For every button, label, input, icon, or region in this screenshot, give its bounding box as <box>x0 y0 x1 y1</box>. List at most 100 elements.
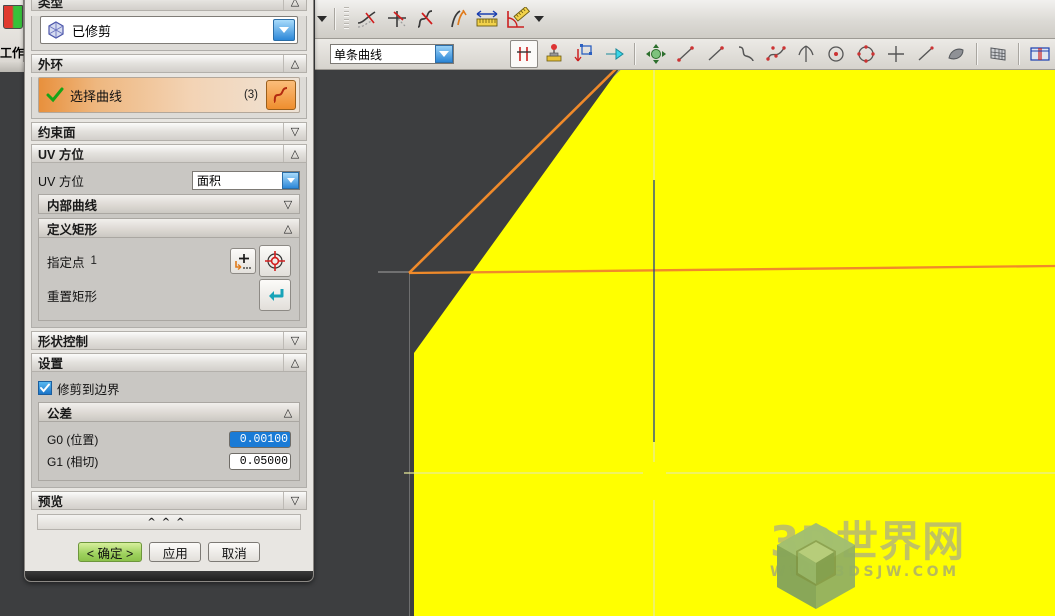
section-title-type: 类型 <box>38 0 64 10</box>
section-header-preview[interactable]: 预览 ▽ <box>31 491 307 510</box>
cancel-button[interactable]: 取消 <box>208 542 261 562</box>
chevron-up-icon[interactable]: △ <box>277 403 299 421</box>
chevron-up-icon[interactable]: △ <box>283 0 306 10</box>
line2-icon[interactable] <box>702 40 730 68</box>
stretch-curve-icon[interactable] <box>443 5 471 33</box>
specify-point-icon[interactable] <box>230 248 256 274</box>
watermark: 3D世界网 WWW.3DSJW.COM <box>770 520 965 609</box>
uv-orientation-combo[interactable]: 面积 <box>192 170 300 190</box>
tolerance-label: G1 (相切) <box>47 454 99 469</box>
tolerance-label: G0 (位置) <box>47 432 99 447</box>
chevron-down-icon[interactable]: ▽ <box>283 332 306 349</box>
create-curve-icon[interactable] <box>570 40 598 68</box>
line-icon[interactable] <box>672 40 700 68</box>
checkbox-checked-icon[interactable] <box>38 381 52 395</box>
snap-point-icon[interactable] <box>540 40 568 68</box>
subsection-panel-tolerance: G0 (位置) 0.00100 G1 (相切) 0.05000 <box>38 422 300 481</box>
grid-icon[interactable] <box>984 40 1012 68</box>
toolbar-separator-4 <box>1018 43 1020 65</box>
section-title-shape-control: 形状控制 <box>38 335 89 349</box>
length-dimension-icon[interactable] <box>473 5 501 33</box>
point-constructor-icon[interactable] <box>259 245 291 277</box>
line-simple-icon[interactable] <box>912 40 940 68</box>
tolerance-row[interactable]: G1 (相切) 0.05000 <box>47 450 291 472</box>
section-title-preview: 预览 <box>38 495 64 509</box>
section-panel-outer-loop: 选择曲线 (3) <box>31 77 307 119</box>
ok-button[interactable]: < 确定 > <box>77 542 143 562</box>
left-dock-strip[interactable]: 工作 <box>0 0 24 72</box>
type-combo[interactable]: 已修剪 <box>40 16 298 44</box>
select-curve-row[interactable]: 选择曲线 (3) <box>38 77 300 113</box>
watermark-logo-icon <box>777 523 855 609</box>
app-root: 3D世界网 WWW.3DSJW.COM 单条曲线 工作 类型 △ 已修剪 外环 … <box>0 0 1055 616</box>
subsection-panel-define-rect: 指定点 1 重置矩形 <box>38 238 300 321</box>
chevron-down-icon[interactable]: ▽ <box>277 195 299 213</box>
left-dock-filler <box>0 62 24 72</box>
subsection-header-inner-curves[interactable]: 内部曲线 ▽ <box>38 194 300 214</box>
helix-icon[interactable] <box>792 40 820 68</box>
chevron-up-icon[interactable]: △ <box>283 354 306 371</box>
section-header-type[interactable]: 类型 △ <box>31 0 307 11</box>
section-panel-settings: 修剪到边界 公差 △ G0 (位置) 0.00100 G1 (相切) 0.050… <box>31 372 307 488</box>
green-check-icon <box>46 86 64 104</box>
reset-rectangle-icon[interactable] <box>259 279 291 311</box>
uv-orientation-row[interactable]: UV 方位 面积 <box>38 168 300 192</box>
toolbar-grip[interactable] <box>344 7 349 31</box>
section-title-uv-orientation: UV 方位 <box>38 148 84 162</box>
tolerance-g0-input[interactable]: 0.00100 <box>229 430 291 448</box>
trim-to-boundary-label: 修剪到边界 <box>57 382 120 397</box>
stop-at-intersection-icon[interactable] <box>510 40 538 68</box>
chevron-up-icon[interactable]: △ <box>283 55 306 72</box>
chevron-down-icon[interactable]: ▽ <box>283 492 306 509</box>
section-header-outer-loop[interactable]: 外环 △ <box>31 54 307 73</box>
chevron-up-icon[interactable]: △ <box>283 145 306 162</box>
reset-rect-row[interactable]: 重置矩形 <box>47 278 291 312</box>
divide-curve-icon[interactable] <box>413 5 441 33</box>
trim-corner-icon[interactable] <box>383 5 411 33</box>
subsection-title-inner-curves: 内部曲线 <box>47 198 98 213</box>
surface-icon[interactable] <box>942 40 970 68</box>
circle-points-icon[interactable] <box>852 40 880 68</box>
select-curve-count: (3) <box>243 89 258 101</box>
dialog-collapse-handle[interactable]: ^^^ <box>37 514 301 530</box>
trim-curve-icon[interactable] <box>353 5 381 33</box>
section-title-settings: 设置 <box>38 357 64 371</box>
section-header-constraint-face[interactable]: 约束面 ▽ <box>31 122 307 141</box>
arrow-right-icon[interactable] <box>600 40 628 68</box>
curve-rule-combo[interactable]: 单条曲线 <box>330 44 454 64</box>
point-icon[interactable] <box>882 40 910 68</box>
trim-to-boundary-row[interactable]: 修剪到边界 <box>38 377 300 399</box>
subsection-header-define-rect[interactable]: 定义矩形 △ <box>38 218 300 238</box>
trimmed-surface-dialog[interactable]: 类型 △ 已修剪 外环 △ 选择曲线 (3) 约束面 ▽ UV 方位 △ UV … <box>24 0 314 582</box>
chevron-down-icon[interactable] <box>435 45 453 63</box>
studio-spline-icon[interactable] <box>762 40 790 68</box>
specify-point-row[interactable]: 指定点 1 <box>47 244 291 278</box>
section-view-icon[interactable] <box>1026 40 1054 68</box>
curve-rule-value: 单条曲线 <box>334 47 383 62</box>
circle-center-icon[interactable] <box>822 40 850 68</box>
section-panel-uv-orientation: UV 方位 面积 内部曲线 ▽ 定义矩形 △ 指定点 1 重置矩形 <box>31 163 307 328</box>
chevron-down-icon[interactable]: ▽ <box>283 123 306 140</box>
toolbar-curve-edit[interactable] <box>315 0 1055 39</box>
chevron-down-icon[interactable] <box>273 19 295 41</box>
curve-select-icon[interactable] <box>266 80 296 110</box>
section-header-shape-control[interactable]: 形状控制 ▽ <box>31 331 307 350</box>
section-header-settings[interactable]: 设置 △ <box>31 353 307 372</box>
uv-orientation-label: UV 方位 <box>38 174 84 189</box>
tolerance-g1-input[interactable]: 0.05000 <box>229 452 291 470</box>
section-header-uv-orientation[interactable]: UV 方位 △ <box>31 144 307 163</box>
model-view-icon[interactable] <box>3 5 23 29</box>
dialog-footer: < 确定 > 应用 取消 <box>25 533 313 571</box>
type-value: 已修剪 <box>72 23 112 39</box>
tolerance-row[interactable]: G0 (位置) 0.00100 <box>47 428 291 450</box>
toolbar-overflow-caret-right[interactable] <box>532 9 546 29</box>
toolbar-separator <box>334 8 336 30</box>
measure-ruler-icon[interactable] <box>503 5 531 33</box>
subsection-header-tolerance[interactable]: 公差 △ <box>38 402 300 422</box>
toolbar-overflow-caret-left[interactable] <box>315 9 329 29</box>
spline-icon[interactable] <box>732 40 760 68</box>
chevron-down-icon[interactable] <box>282 171 299 189</box>
move-object-icon[interactable] <box>642 40 670 68</box>
chevron-up-icon[interactable]: △ <box>277 219 299 237</box>
apply-button[interactable]: 应用 <box>149 542 202 562</box>
